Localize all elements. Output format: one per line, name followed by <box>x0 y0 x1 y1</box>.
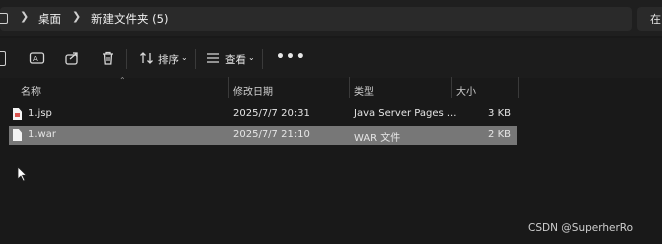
search-box[interactable]: 在 <box>637 7 662 31</box>
column-divider[interactable] <box>349 77 350 98</box>
file-name: 1.jsp <box>28 108 52 119</box>
chevron-right-icon[interactable]: ❯ <box>72 10 81 23</box>
svg-text:A: A <box>33 55 38 63</box>
column-header-type[interactable]: 类型 <box>354 83 374 98</box>
toolbar-divider <box>195 49 196 69</box>
rename-icon[interactable]: A <box>29 50 45 66</box>
delete-icon[interactable] <box>100 50 116 66</box>
chevron-right-icon[interactable]: ❯ <box>20 10 29 23</box>
file-modified: 2025/7/7 20:31 <box>233 108 310 119</box>
watermark: CSDN @SuperherRo <box>528 222 634 234</box>
breadcrumb-desktop[interactable]: 桌面 <box>38 11 61 27</box>
file-row-selected[interactable]: 1.war 2025/7/7 21:10 WAR 文件 2 KB <box>9 126 517 145</box>
sort-indicator-icon: ⌃ <box>119 76 126 85</box>
jsp-file-icon <box>13 108 22 120</box>
view-list-icon <box>207 53 219 63</box>
toolbar-divider <box>262 49 263 69</box>
column-header-modified[interactable]: 修改日期 <box>233 83 273 98</box>
file-size: 3 KB <box>488 108 511 119</box>
column-header-size[interactable]: 大小 <box>456 83 476 98</box>
column-divider[interactable] <box>228 77 229 98</box>
column-header-name[interactable]: 名称 <box>21 83 41 98</box>
file-modified: 2025/7/7 21:10 <box>233 129 310 140</box>
copy-icon[interactable] <box>0 51 6 66</box>
column-divider[interactable] <box>451 77 452 98</box>
breadcrumb-current-folder[interactable]: 新建文件夹 (5) <box>91 11 168 27</box>
file-name: 1.war <box>28 129 56 140</box>
sort-label: 排序 <box>158 54 179 66</box>
file-type: WAR 文件 <box>354 133 401 144</box>
more-options-icon[interactable]: ••• <box>276 49 306 65</box>
file-type: Java Server Pages ... <box>354 108 457 119</box>
chevron-down-icon: ⌄ <box>181 53 188 62</box>
file-icon <box>13 129 22 141</box>
sort-icon <box>140 52 153 64</box>
file-row[interactable]: 1.jsp 2025/7/7 20:31 Java Server Pages .… <box>9 105 517 124</box>
share-icon[interactable] <box>64 50 80 66</box>
column-divider[interactable] <box>518 77 519 98</box>
monitor-icon[interactable] <box>0 13 8 24</box>
view-label: 查看 <box>225 54 246 66</box>
mouse-cursor-icon <box>17 166 28 182</box>
toolbar-divider <box>126 49 127 69</box>
search-placeholder: 在 <box>650 13 661 26</box>
file-size: 2 KB <box>488 129 511 140</box>
chevron-down-icon: ⌄ <box>248 53 255 62</box>
